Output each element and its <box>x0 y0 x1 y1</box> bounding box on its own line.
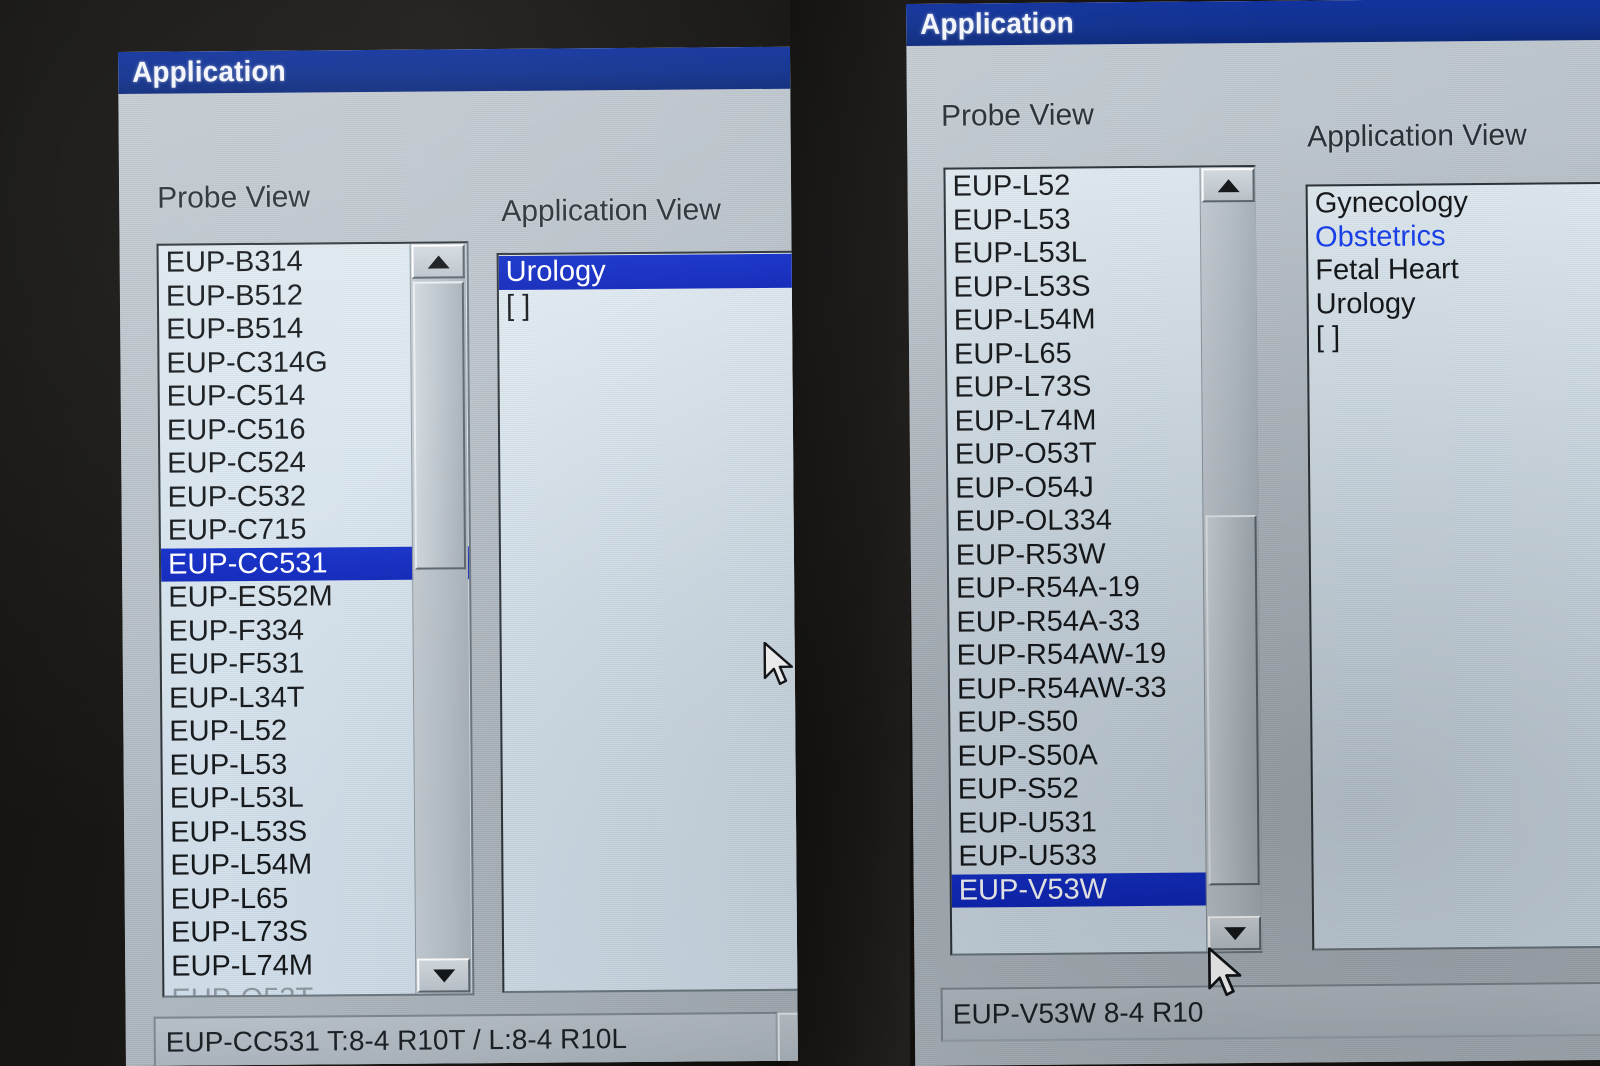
application-view-listbox[interactable]: Urology[ ] <box>496 250 798 994</box>
scrollbar-thumb[interactable] <box>412 281 467 570</box>
screenshot-root: Application Probe View Application View … <box>0 0 1600 1066</box>
application-view-list[interactable]: Urology[ ] <box>498 253 798 323</box>
application-view-label: Application View <box>1307 118 1527 154</box>
window-title: Application <box>132 55 286 89</box>
triangle-up-icon <box>1217 178 1240 192</box>
application-dialog-left: Application Probe View Application View … <box>118 46 798 1066</box>
application-view-list[interactable]: Gynecology Obstetrics Fetal Heart Urology[ … <box>1308 184 1600 355</box>
application-list-item[interactable]: Gynecology <box>1308 185 1600 221</box>
application-list-item[interactable]: Urology <box>498 253 798 290</box>
application-list-item[interactable]: [ ] <box>499 287 798 323</box>
application-list-item[interactable]: [ ] <box>1309 319 1600 355</box>
status-bar-right: EUP-V53W 8-4 R10 <box>940 981 1600 1042</box>
window-title: Application <box>920 7 1075 41</box>
application-view-listbox[interactable]: Gynecology Obstetrics Fetal Heart Urology[ … <box>1305 181 1600 951</box>
triangle-up-icon <box>427 254 450 269</box>
probe-view-label: Probe View <box>157 180 311 215</box>
scroll-down-button[interactable] <box>417 958 471 993</box>
dialog-button-partial[interactable] <box>777 1011 798 1065</box>
probe-view-scrollbar[interactable] <box>409 243 472 994</box>
application-list-item[interactable]: Obstetrics <box>1308 218 1600 254</box>
probe-view-scrollbar[interactable] <box>1199 166 1263 952</box>
monitor-bezel-gap <box>790 0 910 1066</box>
application-list-item[interactable]: Urology <box>1308 285 1600 321</box>
scroll-up-button[interactable] <box>411 244 465 279</box>
scroll-up-button[interactable] <box>1201 167 1255 203</box>
probe-view-label: Probe View <box>940 98 1094 133</box>
probe-status-text: EUP-V53W 8-4 R10 <box>952 996 1204 1030</box>
scrollbar-thumb[interactable] <box>1205 514 1260 886</box>
application-view-label: Application View <box>501 193 721 228</box>
status-bar-left: EUP-CC531 T:8-4 R10T / L:8-4 R10L <box>153 1011 778 1066</box>
titlebar-right: Application <box>906 0 1600 46</box>
triangle-down-icon <box>1223 926 1246 940</box>
probe-status-text: EUP-CC531 T:8-4 R10T / L:8-4 R10L <box>165 1023 628 1058</box>
application-dialog-right: Application Probe View Application View … <box>906 0 1600 1066</box>
triangle-down-icon <box>432 968 455 983</box>
application-list-item[interactable]: Fetal Heart <box>1308 252 1600 288</box>
titlebar-left: Application <box>118 46 791 94</box>
scroll-down-button[interactable] <box>1207 915 1262 951</box>
